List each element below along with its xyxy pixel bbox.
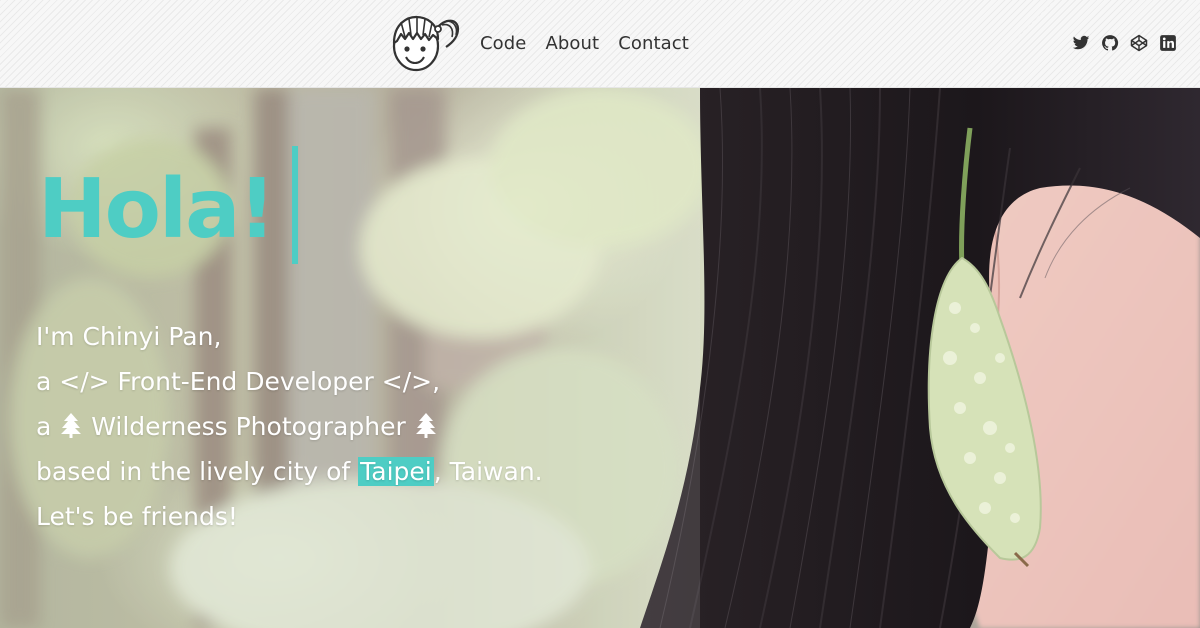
intro-line-location: based in the lively city of Taipei, Taiw… [36, 449, 543, 494]
hero-section: Hola! I'm Chinyi Pan, a </> Front-End De… [0, 88, 1200, 628]
girl-face-icon [392, 15, 460, 72]
github-icon[interactable] [1101, 34, 1119, 52]
hero-intro: I'm Chinyi Pan, a </> Front-End Develope… [36, 314, 543, 539]
intro-line-friends: Let's be friends! [36, 502, 238, 531]
nav-link-code[interactable]: Code [480, 31, 526, 57]
linkedin-icon[interactable] [1159, 34, 1177, 52]
intro-line-location-prefix: based in the lively city of [36, 457, 359, 486]
social-links [1072, 34, 1177, 52]
intro-line-photographer-prefix: a [36, 412, 52, 441]
twitter-icon[interactable] [1072, 34, 1090, 52]
intro-line-developer: a </> Front-End Developer </>, [36, 367, 441, 396]
nav-link-about[interactable]: About [545, 31, 599, 57]
intro-line-location-suffix: , Taiwan. [433, 457, 543, 486]
codepen-icon[interactable] [1130, 34, 1148, 52]
hero-greeting: Hola! [38, 162, 276, 257]
evergreen-tree-icon [61, 413, 82, 438]
site-header: Code About Contact [0, 0, 1200, 88]
intro-line-photographer: a Wilderness Photographer [36, 404, 543, 449]
nav-link-contact[interactable]: Contact [618, 31, 689, 57]
intro-line-photographer-text: Wilderness Photographer [83, 412, 414, 441]
intro-line-name: I'm Chinyi Pan, [36, 322, 222, 351]
typing-cursor [292, 146, 298, 264]
evergreen-tree-icon [415, 413, 436, 438]
city-highlight: Taipei [358, 457, 434, 486]
avatar-logo[interactable] [386, 13, 462, 75]
main-nav: Code About Contact [480, 31, 689, 57]
